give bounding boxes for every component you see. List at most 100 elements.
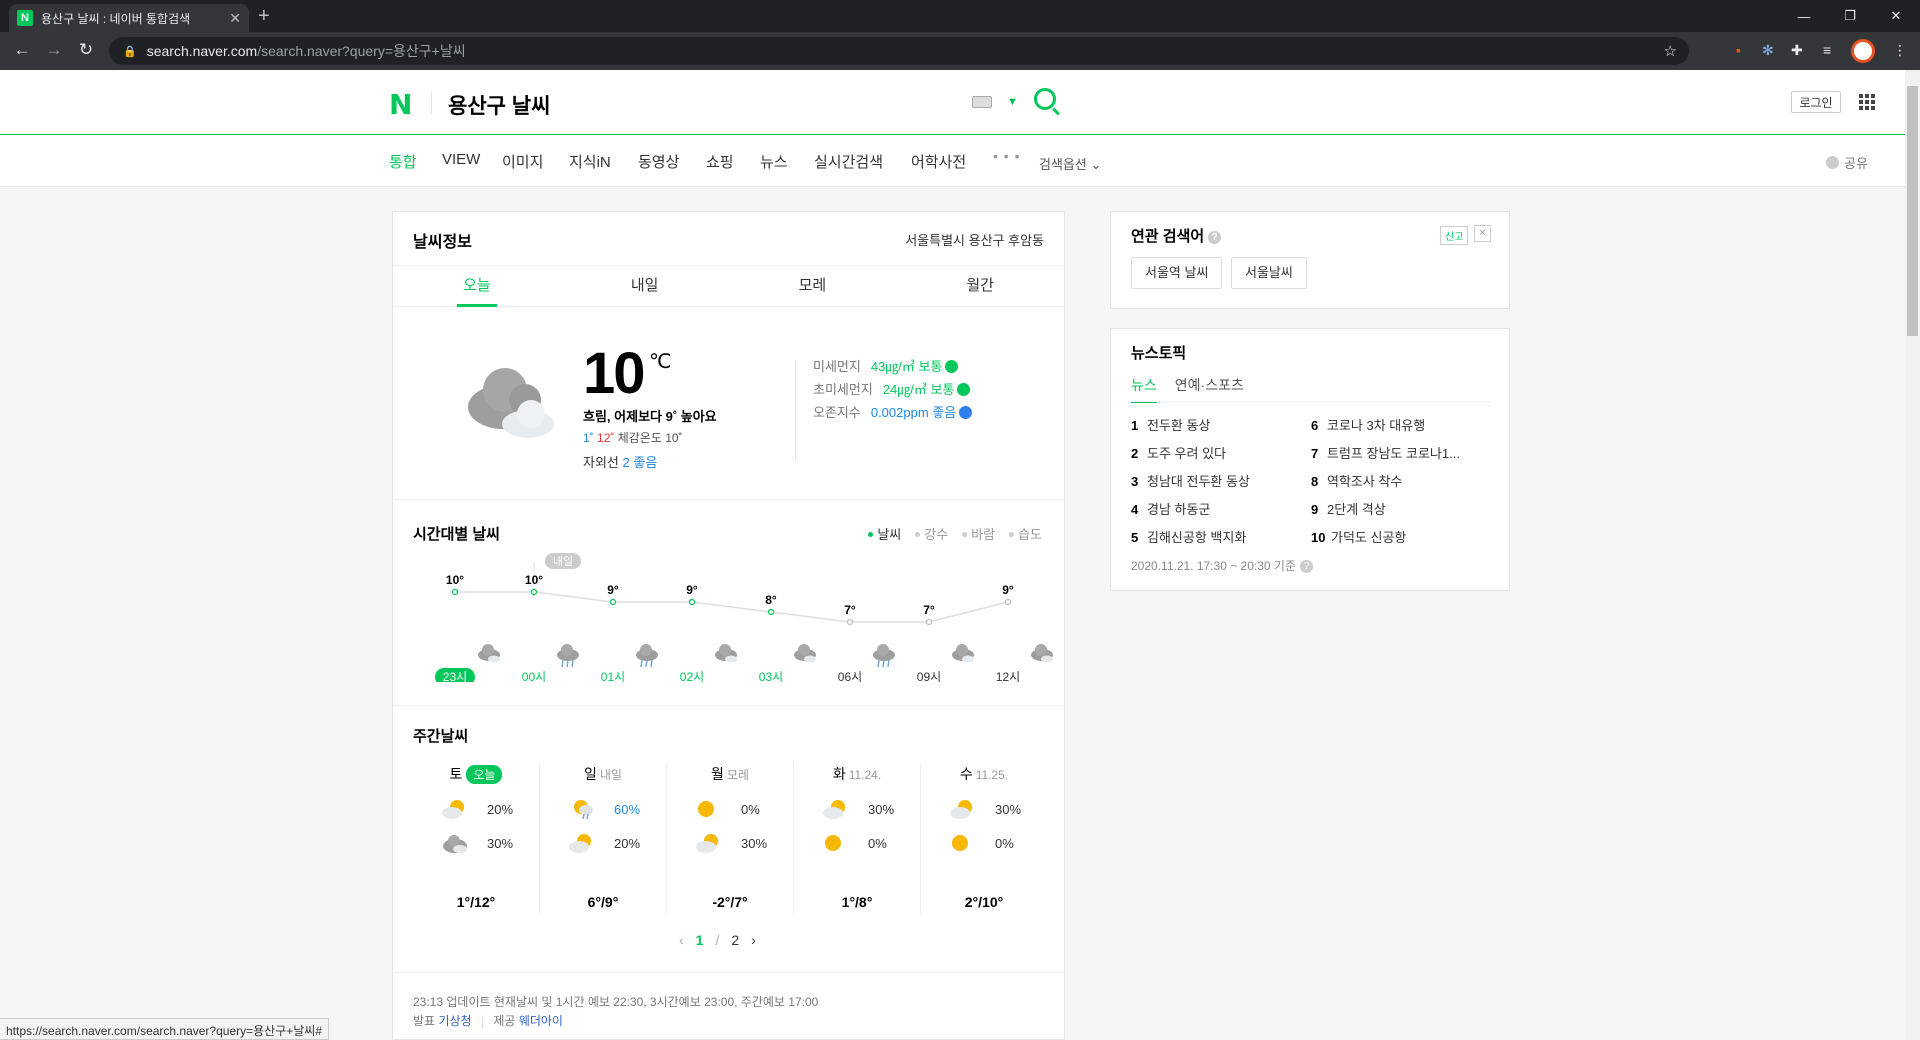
login-button[interactable]: 로그인 [1791, 91, 1841, 113]
pager-prev-icon[interactable]: ‹ [679, 932, 684, 948]
minimize-icon[interactable]: — [1781, 0, 1827, 32]
react-devtools-icon[interactable]: ✻ [1762, 42, 1774, 59]
temperature-label: 7° [844, 603, 856, 617]
air-ozone[interactable]: 오존지수 0.002ppm 좋음 [813, 402, 973, 421]
news-item[interactable]: 6 코로나 3차 대유행 [1311, 415, 1425, 434]
help-icon[interactable]: ? [1300, 560, 1313, 573]
news-item[interactable]: 3 청남대 전두환 동상 [1131, 471, 1250, 490]
related-chip[interactable]: 서울날씨 [1231, 257, 1307, 289]
news-item[interactable]: 1 전두환 동상 [1131, 415, 1210, 434]
scrollbar-thumb[interactable] [1907, 86, 1918, 336]
browser-tab[interactable]: N 용산구 날씨 : 네이버 통합검색 ✕ [9, 4, 249, 32]
weather-tabs: 오늘 내일 모레 월간 [393, 265, 1064, 307]
tab-tomorrow[interactable]: 내일 [561, 266, 729, 306]
news-item[interactable]: 5 김해신공항 백지화 [1131, 527, 1246, 546]
temperature-label: 8° [765, 593, 777, 607]
cloud-icon [443, 835, 467, 853]
news-item[interactable]: 10 가덕도 신공항 [1311, 527, 1406, 546]
menu-item-view[interactable]: VIEW [442, 151, 480, 168]
url-host: search.naver.com [146, 43, 258, 59]
temp-range: 2°/10° [964, 894, 1004, 910]
extensions-puzzle-icon[interactable]: ✚ [1791, 42, 1803, 59]
air-label: 초미세먼지 [813, 382, 873, 397]
address-bar[interactable]: 🔒 search.naver.com/search.naver?query=용산… [109, 37, 1689, 65]
menu-item-dictionary[interactable]: 어학사전 [911, 151, 966, 172]
new-tab-icon[interactable]: + [258, 5, 270, 28]
weekly-day[interactable]: 화 11.24. 30% 0% 1°/8° [793, 764, 920, 914]
menu-item-integrated[interactable]: 통합 [389, 151, 417, 172]
tab-close-icon[interactable]: ✕ [229, 10, 241, 27]
share-button[interactable]: 공유 [1826, 153, 1868, 172]
chrome-menu-icon[interactable]: ⋮ [1893, 42, 1907, 59]
bookmark-star-icon[interactable]: ☆ [1664, 42, 1677, 60]
tab-day-after[interactable]: 모레 [729, 266, 897, 306]
forward-icon[interactable]: → [42, 40, 66, 60]
related-chip[interactable]: 서울역 날씨 [1131, 257, 1223, 289]
media-queue-icon[interactable]: ≡ [1823, 42, 1831, 58]
air-fine-dust[interactable]: 미세먼지 43㎍/㎥ 보통 [813, 356, 959, 375]
uv-value[interactable]: 2 좋음 [623, 455, 658, 470]
pager-next-icon[interactable]: › [751, 932, 756, 948]
tab-entertainment[interactable]: 연예·스포츠 [1175, 375, 1244, 403]
page-scrollbar[interactable] [1905, 70, 1920, 1040]
weather-location[interactable]: 서울특별시 용산구 후암동 [905, 230, 1044, 249]
menu-item-shopping[interactable]: 쇼핑 [706, 151, 734, 172]
day-name: 화 [832, 766, 846, 782]
naver-header: N 용산구 날씨 ▼ 로그인 [0, 70, 1905, 135]
keyboard-icon[interactable] [972, 96, 992, 108]
chevron-down-icon[interactable]: ▼ [1007, 96, 1018, 108]
temperature-label: 9° [686, 583, 698, 597]
pager-current[interactable]: 1 [696, 932, 704, 948]
weekly-day[interactable]: 월 모레 0% 30% -2°/7° [666, 764, 793, 914]
provider-link[interactable]: 웨더아이 [519, 1014, 563, 1028]
option-humidity[interactable]: 습도 [1009, 524, 1042, 543]
option-precip[interactable]: 강수 [915, 524, 948, 543]
air-ultrafine-dust[interactable]: 초미세먼지 24㎍/㎥ 보통 [813, 379, 971, 398]
option-weather[interactable]: 날씨 [868, 524, 901, 543]
extension-icon[interactable]: ▪ [1736, 42, 1741, 58]
menu-item-realtime[interactable]: 실시간검색 [814, 151, 883, 172]
reload-icon[interactable]: ↻ [74, 40, 98, 60]
temperature-point [846, 618, 854, 626]
close-icon[interactable]: × [1474, 225, 1491, 242]
am-precip: 60% [614, 801, 641, 817]
apps-grid-icon[interactable] [1859, 94, 1875, 110]
news-item[interactable]: 7 트럼프 장남도 코로나1... [1311, 443, 1460, 462]
profile-avatar[interactable] [1851, 39, 1875, 63]
search-query[interactable]: 용산구 날씨 [448, 90, 550, 120]
news-tab-divider [1131, 401, 1491, 402]
temperature-label: 9° [607, 583, 619, 597]
tab-monthly[interactable]: 월간 [896, 266, 1064, 306]
back-icon[interactable]: ← [10, 40, 34, 60]
day-name: 수 [959, 766, 973, 782]
cloud-icon-part [482, 644, 494, 656]
tab-today[interactable]: 오늘 [393, 266, 561, 307]
naver-logo[interactable]: N [389, 88, 412, 121]
weekly-day[interactable]: 수 11.25. 30% 0% 2°/10° [920, 764, 1047, 914]
source-link[interactable]: 기상청 [438, 1014, 471, 1028]
news-item[interactable]: 9 2단계 격상 [1311, 499, 1386, 518]
menu-item-images[interactable]: 이미지 [502, 151, 543, 172]
more-menu-icon[interactable]: • • • [993, 148, 1020, 164]
menu-item-kin[interactable]: 지식iN [569, 151, 611, 172]
weekly-day[interactable]: 일 내일 60% 20% 6°/9° [539, 764, 666, 914]
weekly-title: 주간날씨 [413, 728, 469, 745]
window-close-icon[interactable]: ✕ [1873, 0, 1919, 32]
pager-page-2[interactable]: 2 [731, 932, 739, 948]
news-item[interactable]: 8 역학조사 착수 [1311, 471, 1402, 490]
option-wind[interactable]: 바람 [962, 524, 995, 543]
menu-item-video[interactable]: 동영상 [638, 151, 679, 172]
search-options-button[interactable]: 검색옵션 ⌄ [1039, 154, 1101, 173]
help-icon[interactable]: ? [1208, 231, 1222, 244]
news-item[interactable]: 4 경남 하동군 [1131, 499, 1210, 518]
weekly-day[interactable]: 토 오늘 20% 30% 1°/12° [413, 764, 539, 914]
news-item[interactable]: 2 도주 우려 있다 [1131, 443, 1226, 462]
restore-icon[interactable]: ❐ [1827, 0, 1873, 32]
search-icon[interactable] [1034, 88, 1056, 110]
pm-precip: 0% [868, 835, 887, 851]
weather-panel: 날씨정보 서울특별시 용산구 후암동 오늘 내일 모레 월간 10 ℃ 흐림, … [392, 211, 1065, 1040]
rain-drop [877, 659, 880, 668]
report-button[interactable]: 신고 [1440, 226, 1469, 245]
menu-item-news[interactable]: 뉴스 [760, 151, 788, 172]
tab-news[interactable]: 뉴스 [1131, 375, 1157, 403]
